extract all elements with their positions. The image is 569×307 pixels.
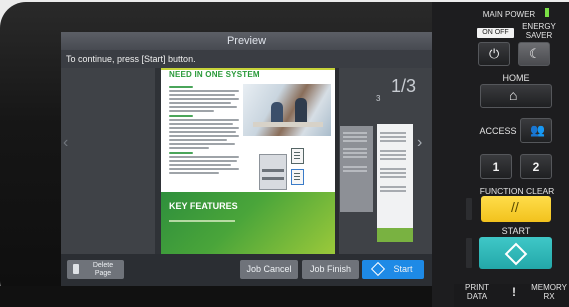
access-label: ACCESS xyxy=(479,126,517,136)
energy-saver-label: ENERGY SAVER xyxy=(522,22,556,40)
previous-page-arrow-icon[interactable]: ‹ xyxy=(63,134,68,152)
function-clear-label: FUNCTION CLEAR xyxy=(479,186,555,196)
next-page-arrow-icon[interactable]: › xyxy=(417,134,422,152)
delete-page-label: Delete Page xyxy=(92,262,114,277)
start-icon xyxy=(371,261,386,276)
thumbnail-page-number: 3 xyxy=(376,94,381,103)
key-features-banner: KEY FEATURES xyxy=(161,192,335,254)
power-icon: ⏻ xyxy=(489,46,500,61)
panel-slot xyxy=(466,198,472,220)
start-label: START xyxy=(501,226,531,236)
document-icon xyxy=(291,169,304,185)
one-button[interactable]: 1 xyxy=(480,154,512,179)
energy-saver-button[interactable]: ☾ xyxy=(518,42,550,66)
page-thumbnail-2[interactable] xyxy=(340,126,373,212)
hardware-start-button[interactable] xyxy=(479,237,552,269)
office-photo xyxy=(243,84,331,136)
memory-rx-label: MEMORY RX xyxy=(531,283,567,301)
document-icon xyxy=(291,148,304,164)
page-heading: NEED IN ONE SYSTEM xyxy=(169,70,260,79)
screen-bottom-bezel xyxy=(0,286,432,307)
screen-title: Preview xyxy=(61,32,432,50)
copier-illustration-icon xyxy=(259,154,287,190)
main-power-led-icon xyxy=(545,8,549,17)
page-indicator: 1/3 xyxy=(391,76,417,96)
job-finish-button[interactable]: Job Finish xyxy=(302,260,359,279)
access-button[interactable]: 👥 xyxy=(520,118,552,143)
start-button[interactable]: Start xyxy=(362,260,424,279)
home-label: HOME xyxy=(502,73,530,83)
start-diamond-icon xyxy=(504,242,528,266)
home-button[interactable]: ⌂ xyxy=(480,84,552,108)
device: Preview To continue, press [Start] butto… xyxy=(0,0,569,307)
trash-icon xyxy=(73,264,79,274)
power-button[interactable]: ⏻ xyxy=(478,42,510,66)
function-clear-button[interactable]: // xyxy=(481,196,551,222)
start-button-label: Start xyxy=(393,264,413,274)
print-data-label: PRINT DATA xyxy=(465,283,489,301)
preview-page: NEED IN ONE SYSTEM KEY FEATURES xyxy=(161,68,335,254)
page-thumbnail-3[interactable] xyxy=(377,124,413,242)
clear-icon: // xyxy=(511,199,519,215)
delete-page-button[interactable]: Delete Page xyxy=(67,260,124,279)
panel-slot xyxy=(466,238,472,268)
key-features-title: KEY FEATURES xyxy=(169,201,238,211)
two-button[interactable]: 2 xyxy=(520,154,552,179)
home-icon: ⌂ xyxy=(509,87,518,103)
page-shadow xyxy=(335,68,339,254)
on-off-label: ON OFF xyxy=(477,28,514,38)
moon-icon: ☾ xyxy=(529,46,541,61)
instruction-message: To continue, press [Start] button. xyxy=(61,50,432,68)
alert-indicator: ! xyxy=(512,285,516,299)
main-power-label: MAIN POWER xyxy=(482,10,536,19)
job-cancel-button[interactable]: Job Cancel xyxy=(240,260,298,279)
touch-screen: Preview To continue, press [Start] butto… xyxy=(61,32,432,286)
page-text-block xyxy=(169,83,239,176)
users-icon: 👥 xyxy=(530,123,545,137)
preview-area[interactable]: ‹ NEED IN ONE SYSTEM KEY FEATURES 3 1/3 … xyxy=(61,68,432,254)
action-bar: Delete Page Job Cancel Job Finish Start xyxy=(61,254,432,286)
